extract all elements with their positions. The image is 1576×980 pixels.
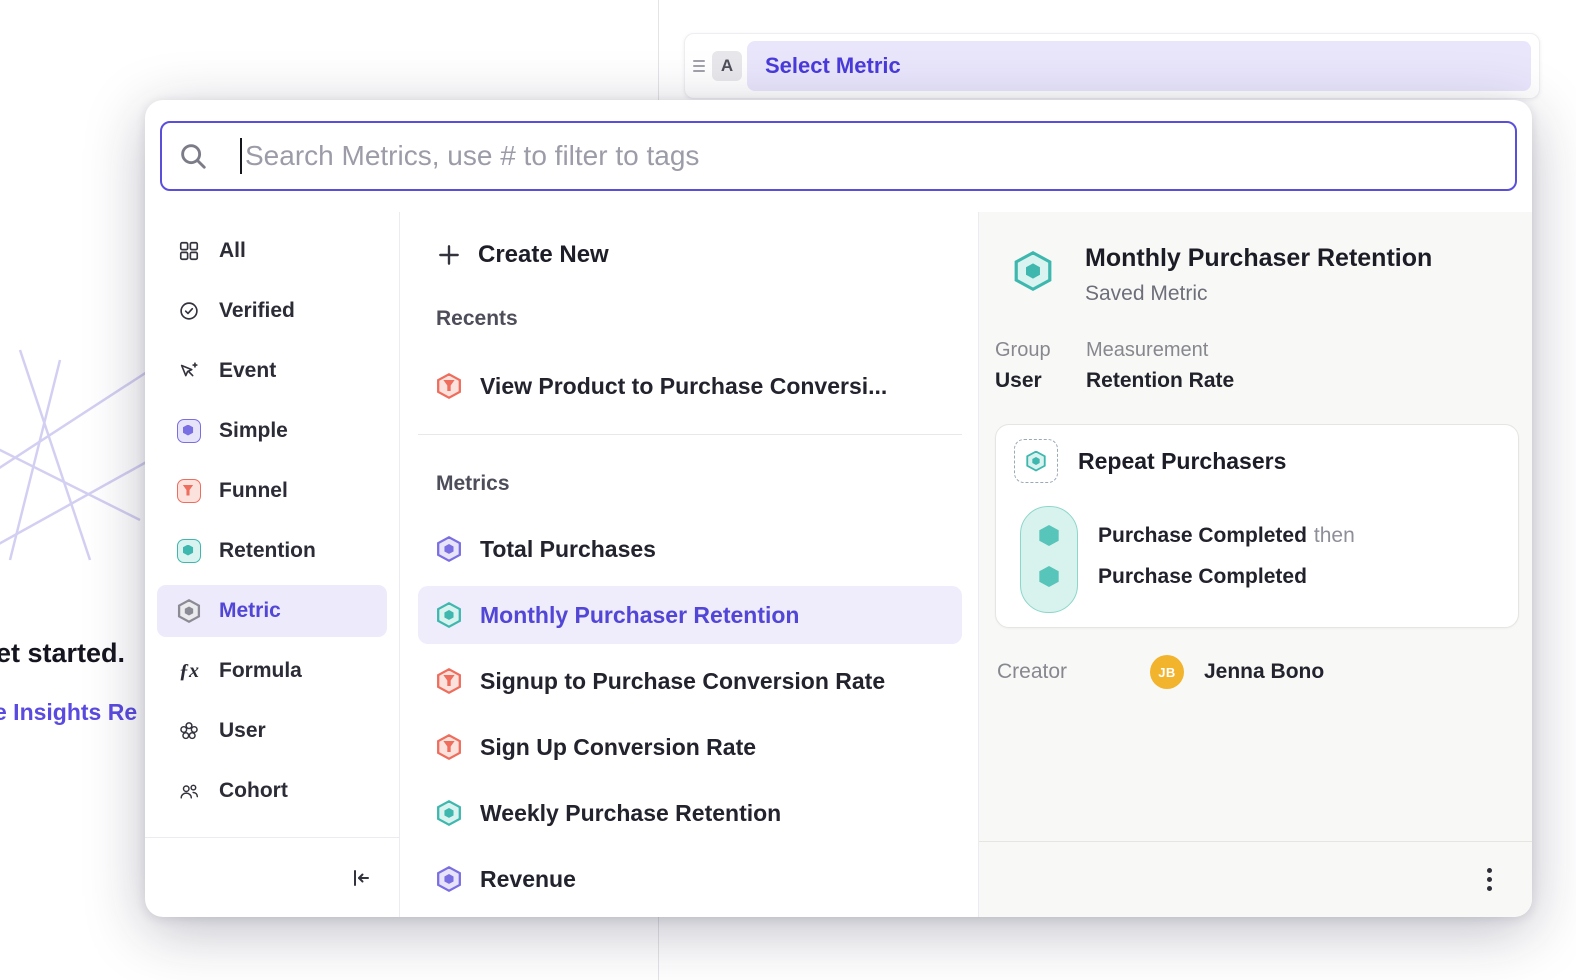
- recent-metric-item[interactable]: View Product to Purchase Conversi...: [418, 358, 962, 414]
- sidebar-item-all[interactable]: All: [157, 225, 387, 277]
- retention-metric-icon: [176, 539, 202, 563]
- group-label: Group: [995, 338, 1070, 362]
- more-options-kebab-icon[interactable]: [1481, 862, 1498, 897]
- metric-item-weekly-purchase-retention[interactable]: Weekly Purchase Retention: [418, 784, 962, 842]
- sidebar-item-label: Metric: [219, 599, 281, 623]
- funnel-metric-icon: [176, 479, 202, 503]
- cohort-definition-icon: [1014, 439, 1058, 483]
- sidebar-item-label: User: [219, 719, 266, 743]
- simple-metric-icon: [436, 536, 462, 562]
- metrics-heading: Metrics: [436, 471, 962, 497]
- creator-label: Creator: [997, 660, 1150, 684]
- text-caret: [240, 138, 242, 174]
- metric-label: Signup to Purchase Conversion Rate: [480, 668, 885, 695]
- sidebar-item-simple[interactable]: Simple: [157, 405, 387, 457]
- step-2: Purchase Completed: [1098, 564, 1307, 590]
- measurement-label: Measurement: [1086, 338, 1234, 362]
- sidebar-item-funnel[interactable]: Funnel: [157, 465, 387, 517]
- metric-item-signup-conversion[interactable]: Sign Up Conversion Rate: [418, 718, 962, 776]
- simple-metric-icon: [176, 419, 202, 443]
- formula-fx-icon: ƒx: [176, 660, 202, 683]
- metric-label: Total Purchases: [480, 536, 656, 563]
- creator-avatar: JB: [1150, 655, 1184, 689]
- sidebar-item-event[interactable]: Event: [157, 345, 387, 397]
- sidebar-item-verified[interactable]: Verified: [157, 285, 387, 337]
- sidebar-item-cohort[interactable]: Cohort: [157, 765, 387, 817]
- query-builder-row: A Select Metric: [684, 33, 1540, 99]
- sidebar-item-label: Simple: [219, 419, 288, 443]
- sidebar-item-formula[interactable]: ƒx Formula: [157, 645, 387, 697]
- recents-heading: Recents: [436, 306, 962, 332]
- step-hexagon-icon: [1039, 566, 1060, 587]
- group-value: User: [995, 368, 1070, 394]
- step-1-event: Purchase Completed: [1098, 524, 1307, 547]
- funnel-steps-pill: [1020, 506, 1078, 613]
- metric-preview-panel: Monthly Purchaser Retention Saved Metric…: [978, 212, 1532, 917]
- preview-title: Monthly Purchaser Retention: [1085, 242, 1432, 274]
- measurement-value: Retention Rate: [1086, 368, 1234, 394]
- drag-handle-icon[interactable]: [689, 60, 709, 72]
- sidebar-item-user[interactable]: User: [157, 705, 387, 757]
- retention-metric-icon: [436, 602, 462, 628]
- sidebar-item-label: Formula: [219, 659, 302, 683]
- event-cursor-icon: [176, 360, 202, 382]
- sidebar-item-label: Verified: [219, 299, 295, 323]
- metric-item-signup-to-purchase[interactable]: Signup to Purchase Conversion Rate: [418, 652, 962, 710]
- simple-metric-icon: [436, 866, 462, 892]
- metric-item-revenue[interactable]: Revenue: [418, 850, 962, 908]
- sidebar-item-label: Event: [219, 359, 276, 383]
- metric-label: Weekly Purchase Retention: [480, 800, 781, 827]
- recent-metric-label: View Product to Purchase Conversi...: [480, 373, 887, 400]
- sidebar-item-label: Funnel: [219, 479, 288, 503]
- funnel-metric-icon: [436, 668, 462, 694]
- metric-item-monthly-purchaser-retention[interactable]: Monthly Purchaser Retention: [418, 586, 962, 644]
- metric-picker-modal: All Verified: [145, 100, 1532, 917]
- metric-hexagon-icon: [176, 599, 202, 623]
- metric-label: Sign Up Conversion Rate: [480, 734, 756, 761]
- creator-name: Jenna Bono: [1204, 660, 1324, 684]
- create-new-button[interactable]: Create New: [436, 230, 962, 280]
- search-icon: [178, 141, 208, 171]
- metric-label: Monthly Purchaser Retention: [480, 602, 799, 629]
- funnel-metric-icon: [436, 373, 462, 399]
- verified-badge-icon: [176, 300, 202, 322]
- sidebar-item-label: All: [219, 239, 246, 263]
- collapse-sidebar-button[interactable]: [349, 866, 373, 890]
- cohort-people-icon: [176, 780, 202, 802]
- user-flower-icon: [176, 720, 202, 742]
- plus-icon: [436, 242, 462, 268]
- retention-metric-icon: [1013, 251, 1053, 291]
- preview-subtitle: Saved Metric: [1085, 280, 1432, 308]
- metric-definition-card: Repeat Purchasers Purchase Completed then…: [995, 424, 1519, 628]
- step-connector: then: [1314, 524, 1355, 547]
- grid-icon: [176, 240, 202, 262]
- background-insights-link[interactable]: e Insights Re: [0, 699, 137, 726]
- sidebar-item-metric[interactable]: Metric: [157, 585, 387, 637]
- funnel-metric-icon: [436, 734, 462, 760]
- search-input[interactable]: [245, 140, 1499, 172]
- step-2-event: Purchase Completed: [1098, 565, 1307, 588]
- select-metric-label: Select Metric: [765, 53, 901, 79]
- row-label-badge[interactable]: A: [712, 51, 742, 81]
- step-1: Purchase Completed then: [1098, 523, 1355, 549]
- search-bar[interactable]: [160, 121, 1517, 191]
- background-partial-heading: et started.: [0, 638, 125, 669]
- metric-item-total-purchases[interactable]: Total Purchases: [418, 520, 962, 578]
- retention-metric-icon: [436, 800, 462, 826]
- card-title: Repeat Purchasers: [1078, 448, 1286, 475]
- step-hexagon-icon: [1039, 525, 1060, 546]
- select-metric-field[interactable]: Select Metric: [747, 41, 1531, 91]
- metric-label: Revenue: [480, 866, 576, 893]
- filter-sidebar: All Verified: [145, 212, 400, 917]
- list-divider: [418, 434, 962, 435]
- create-new-label: Create New: [478, 241, 609, 269]
- metric-list-column: Create New Recents View Product to Purch…: [400, 212, 978, 917]
- sidebar-item-label: Cohort: [219, 779, 288, 803]
- sidebar-item-label: Retention: [219, 539, 316, 563]
- sidebar-item-retention[interactable]: Retention: [157, 525, 387, 577]
